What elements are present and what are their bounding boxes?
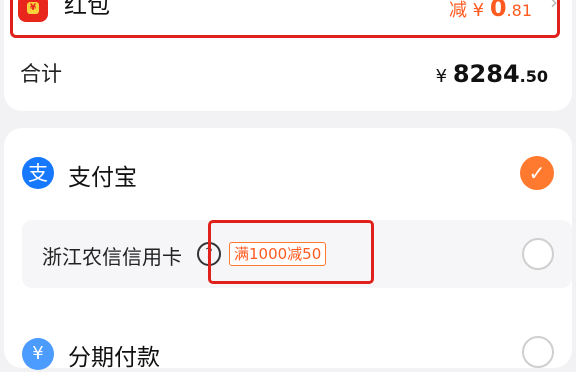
discount-decimal: .81 — [506, 1, 532, 20]
alipay-icon: 支 — [22, 157, 54, 189]
credit-card-label: 浙江农信信用卡 — [42, 245, 182, 269]
yen-icon: ¥ — [27, 2, 39, 14]
red-packet-icon: ¥ — [18, 0, 48, 22]
total-decimal: .50 — [519, 67, 548, 86]
total-integer: 8284 — [452, 60, 520, 88]
discount-integer: 0 — [489, 0, 507, 22]
total-currency: ¥ — [435, 66, 453, 87]
installment-icon: ¥ — [22, 338, 54, 370]
red-packet-discount: 减 ¥ 0.81 — [449, 0, 532, 22]
discount-prefix: 减 ¥ — [448, 0, 490, 21]
total-amount: ¥ 8284.50 — [436, 60, 548, 88]
credit-card-radio[interactable] — [522, 238, 554, 270]
installment-label: 分期付款 — [68, 345, 160, 371]
installment-radio[interactable] — [522, 336, 554, 368]
alipay-selected-check-icon[interactable]: ✓ — [520, 156, 554, 190]
alipay-label: 支付宝 — [68, 165, 137, 191]
chevron-right-icon[interactable]: › — [550, 0, 558, 14]
total-label: 合计 — [20, 62, 62, 86]
red-packet-label: 红包 — [64, 0, 110, 19]
promo-tag: 满1000减50 — [229, 242, 327, 266]
